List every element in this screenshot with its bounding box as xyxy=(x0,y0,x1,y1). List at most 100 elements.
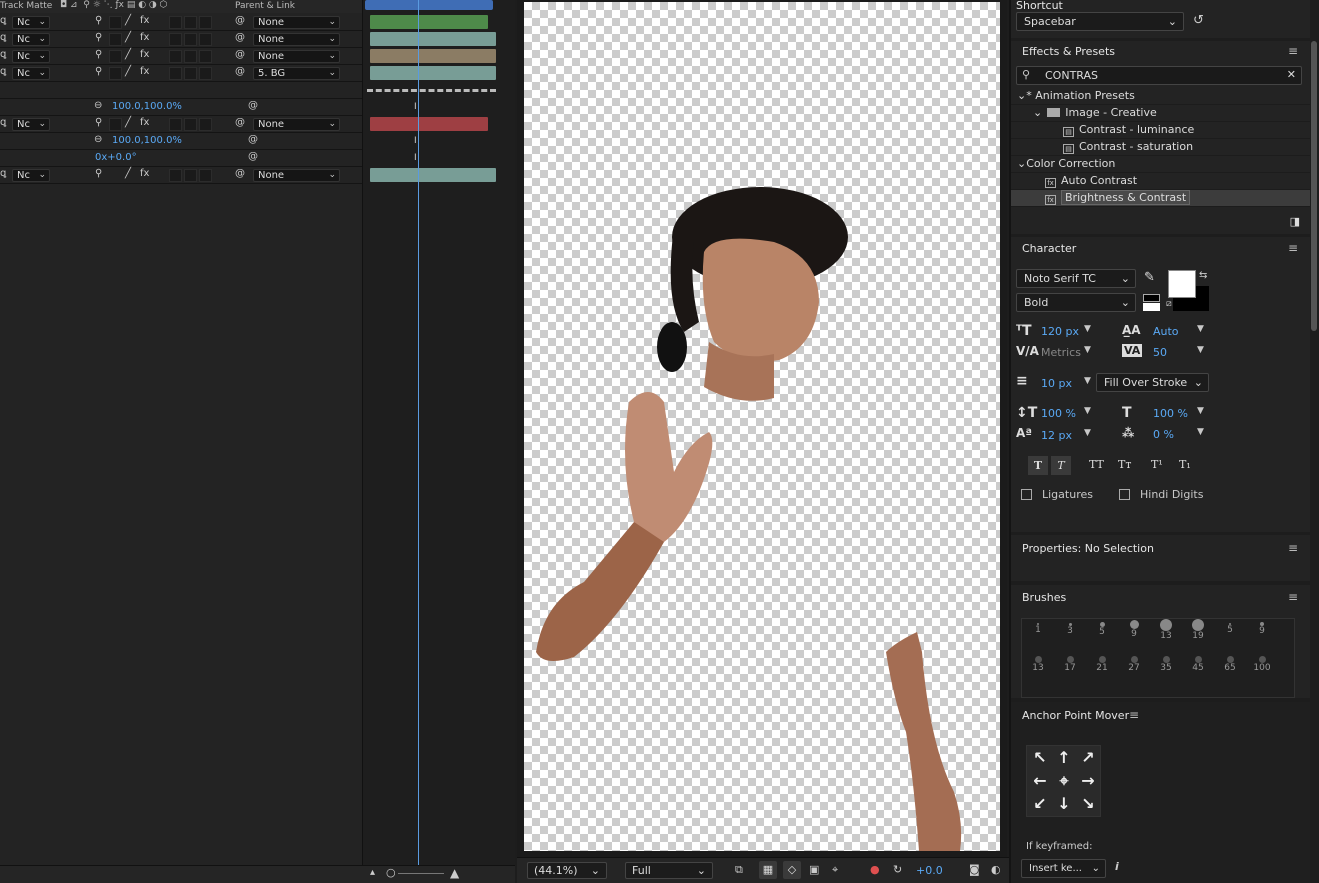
layer-bar[interactable] xyxy=(370,66,496,80)
track-matte-dropdown[interactable]: Nc ⌄ xyxy=(12,50,50,63)
keyframe-marker[interactable]: I xyxy=(414,102,417,112)
layer-row[interactable]: ꝗ Nc ⌄ ⚲ ╱ fx @ None ⌄ xyxy=(0,48,362,65)
keyframe-marker[interactable]: I xyxy=(414,136,417,146)
snapshot-region-icon[interactable]: ⧉ xyxy=(735,863,743,877)
black-swatch[interactable] xyxy=(1143,294,1160,302)
brush-tip[interactable]: 1 xyxy=(1022,623,1054,635)
resolution-dropdown[interactable]: Full ⌄ xyxy=(625,862,713,879)
pickwhip-icon[interactable]: @ xyxy=(235,15,245,26)
switch-box[interactable] xyxy=(184,33,197,46)
quality-icon[interactable]: ╱ xyxy=(125,117,131,128)
solo-icon[interactable]: ꝗ xyxy=(0,66,6,77)
track-matte-dropdown[interactable]: Nc ⌄ xyxy=(12,67,50,80)
layer-row[interactable]: ꝗ Nc ⌄ ⚲ ╱ fx @ None ⌄ xyxy=(0,116,362,133)
no-color-icon[interactable]: ⧄ xyxy=(1166,299,1172,309)
mask-path-icon[interactable]: ◇ xyxy=(783,861,801,879)
layer-bar[interactable] xyxy=(370,15,488,29)
parent-dropdown[interactable]: None ⌄ xyxy=(253,50,340,63)
scale-property-row[interactable]: ⊖ 100.0,100.0% @ xyxy=(0,99,362,116)
center-crosshair-icon[interactable]: ⌖ xyxy=(1054,771,1074,791)
zoom-in-icon[interactable]: ▲ xyxy=(450,866,459,880)
layer-row[interactable]: ꝗ Nc ⌄ ⚲ ╱ fx @ None ⌄ xyxy=(0,14,362,31)
brush-tip[interactable]: 13 xyxy=(1022,656,1054,673)
layer-bar[interactable] xyxy=(370,168,496,182)
brush-tip[interactable]: 19 xyxy=(1182,619,1214,641)
arrow-up-left-icon[interactable]: ↖ xyxy=(1030,748,1050,768)
pickwhip-icon[interactable]: @ xyxy=(235,32,245,43)
switch-box[interactable] xyxy=(169,67,182,80)
vertical-scale-value[interactable]: 100 % xyxy=(1041,407,1076,420)
panel-menu-icon[interactable]: ≡ xyxy=(1288,241,1298,255)
solo-icon[interactable]: ꝗ xyxy=(0,15,6,26)
eyedropper-icon[interactable]: ✎ xyxy=(1144,270,1155,285)
chevron-down-icon[interactable]: ▼ xyxy=(1197,345,1204,355)
switch-box[interactable] xyxy=(169,33,182,46)
brush-tip[interactable]: 13 xyxy=(1150,619,1182,641)
chevron-down-icon[interactable]: ▼ xyxy=(1197,427,1204,437)
solo-icon[interactable]: ꝗ xyxy=(0,49,6,60)
composition-canvas[interactable] xyxy=(524,2,1000,851)
effects-search-input[interactable]: ⚲ CONTRAS ✕ xyxy=(1016,66,1302,85)
ligatures-checkbox[interactable] xyxy=(1021,489,1032,500)
fx-icon[interactable]: fx xyxy=(140,15,149,26)
pickwhip-icon[interactable]: @ xyxy=(235,49,245,60)
work-area-bar[interactable] xyxy=(365,0,493,10)
shy-icon[interactable]: ⚲ xyxy=(95,32,102,43)
hindi-digits-checkbox[interactable] xyxy=(1119,489,1130,500)
parent-dropdown[interactable]: None ⌄ xyxy=(253,16,340,29)
brush-tip[interactable]: 5 xyxy=(1086,622,1118,637)
shy-icon[interactable]: ⚲ xyxy=(95,66,102,77)
chevron-down-icon[interactable]: ▼ xyxy=(1084,406,1091,416)
solo-icon[interactable]: ꝗ xyxy=(0,168,6,179)
track-matte-dropdown[interactable]: Nc ⌄ xyxy=(12,33,50,46)
baseline-shift-value[interactable]: 12 px xyxy=(1041,429,1072,442)
scale-value[interactable]: 100.0,100.0% xyxy=(112,135,182,146)
chevron-down-icon[interactable]: ▼ xyxy=(1197,324,1204,334)
arrow-down-left-icon[interactable]: ↙ xyxy=(1030,794,1050,814)
arrow-up-right-icon[interactable]: ↗ xyxy=(1078,748,1098,768)
expression-pickwhip-icon[interactable]: @ xyxy=(248,151,258,162)
pickwhip-icon[interactable]: @ xyxy=(235,117,245,128)
superscript-button[interactable]: T¹ xyxy=(1151,458,1163,471)
link-icon[interactable]: ⊖ xyxy=(94,134,102,145)
switch-box[interactable] xyxy=(169,118,182,131)
all-caps-button[interactable]: TT xyxy=(1089,458,1104,471)
reset-icon[interactable]: ↺ xyxy=(1193,13,1204,28)
brush-tip[interactable]: 45 xyxy=(1182,656,1214,673)
scale-property-row[interactable]: ⊖ 100.0,100.0% @ xyxy=(0,133,362,150)
parent-dropdown[interactable]: None ⌄ xyxy=(253,118,340,131)
arrow-right-icon[interactable]: → xyxy=(1078,771,1098,791)
quality-icon[interactable]: ╱ xyxy=(125,66,131,77)
zoom-slider-handle[interactable]: ○ xyxy=(386,866,396,879)
show-snapshot-icon[interactable]: ◐ xyxy=(991,863,1001,876)
switch-box[interactable] xyxy=(184,67,197,80)
shy-icon[interactable]: ⚲ xyxy=(95,117,102,128)
switch-box[interactable] xyxy=(184,16,197,29)
scale-value[interactable]: 100.0,100.0% xyxy=(112,101,182,112)
stroke-mode-dropdown[interactable]: Fill Over Stroke ⌄ xyxy=(1096,373,1209,392)
parent-dropdown[interactable]: None ⌄ xyxy=(253,169,340,182)
chevron-down-icon[interactable]: ▼ xyxy=(1084,376,1091,386)
switch-box[interactable] xyxy=(169,16,182,29)
parent-dropdown[interactable]: 5. BG ⌄ xyxy=(253,67,340,80)
track-matte-dropdown[interactable]: Nc ⌄ xyxy=(12,169,50,182)
switch-box[interactable] xyxy=(109,67,122,80)
horizontal-scale-value[interactable]: 100 % xyxy=(1153,407,1188,420)
switch-box[interactable] xyxy=(199,16,212,29)
zoom-out-icon[interactable]: ▴ xyxy=(370,867,375,878)
brush-tip[interactable]: 35 xyxy=(1150,656,1182,673)
small-caps-button[interactable]: Tт xyxy=(1118,458,1131,471)
tracking-value[interactable]: 50 xyxy=(1153,346,1167,359)
tree-item-image-creative[interactable]: ⌄ Image - Creative xyxy=(1011,105,1310,122)
new-folder-icon[interactable]: ◨ xyxy=(1290,215,1300,228)
tree-item-auto-contrast[interactable]: fx Auto Contrast xyxy=(1011,173,1310,190)
track-matte-dropdown[interactable]: Nc ⌄ xyxy=(12,16,50,29)
quality-icon[interactable]: ╱ xyxy=(125,32,131,43)
rotation-value[interactable]: 0x+0.0° xyxy=(95,152,137,163)
pickwhip-icon[interactable]: @ xyxy=(235,66,245,77)
layer-bar[interactable] xyxy=(370,32,496,46)
switch-box[interactable] xyxy=(169,169,182,182)
brush-tip[interactable]: 5 xyxy=(1214,623,1246,635)
chevron-down-icon[interactable]: ▼ xyxy=(1084,428,1091,438)
track-matte-dropdown[interactable]: Nc ⌄ xyxy=(12,118,50,131)
